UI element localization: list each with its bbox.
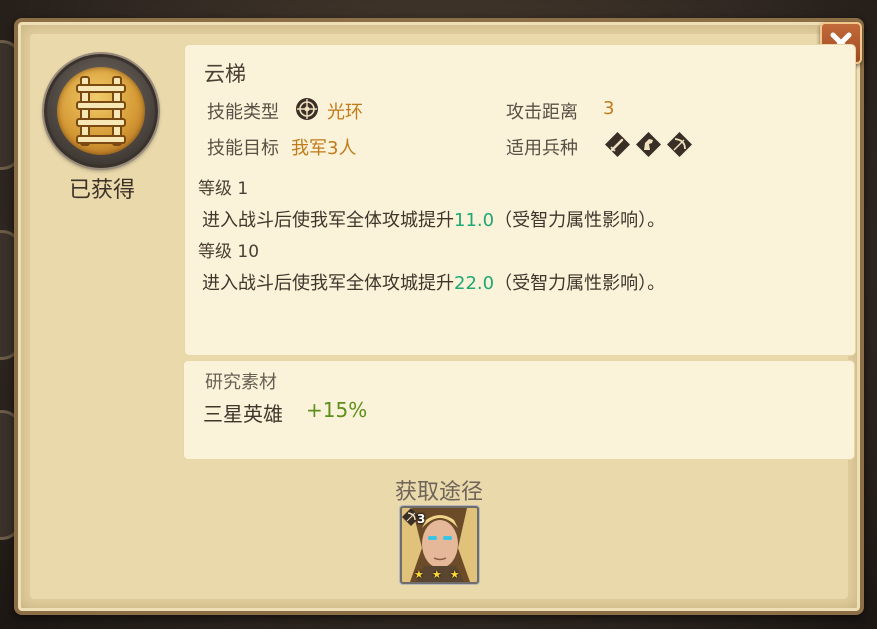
skill-name: 云梯 <box>204 62 246 86</box>
level-10-desc-suffix: （受智力属性影响）。 <box>494 273 666 294</box>
attack-range-label: 攻击距离 <box>506 102 578 123</box>
troop-type-icons <box>604 131 693 158</box>
research-material-title: 研究素材 <box>205 372 277 393</box>
hero-stars: ★ ★ ★ <box>414 568 460 581</box>
skill-type-label: 技能类型 <box>207 102 279 123</box>
aura-icon <box>296 98 318 120</box>
attack-range-value: 3 <box>603 98 615 119</box>
star-icon: ★ <box>449 568 460 581</box>
level-1-desc-suffix: （受智力属性影响）。 <box>494 210 666 231</box>
level-1-description: 进入战斗后使我军全体攻城提升11.0（受智力属性影响）。 <box>202 206 665 232</box>
ladder-icon <box>76 76 126 146</box>
skill-icon-core <box>57 67 145 155</box>
bow-icon <box>667 132 692 157</box>
level-10-desc-prefix: 进入战斗后使我军全体攻城提升 <box>202 273 454 294</box>
level-10-description: 进入战斗后使我军全体攻城提升22.0（受智力属性影响）。 <box>202 269 665 295</box>
level-1-desc-prefix: 进入战斗后使我军全体攻城提升 <box>202 210 454 231</box>
skill-icon[interactable] <box>44 54 158 168</box>
skill-target-label: 技能目标 <box>207 138 279 159</box>
skill-type-value: 光环 <box>327 102 363 123</box>
star-icon: ★ <box>414 568 424 581</box>
level-10-label: 等级 10 <box>198 242 260 262</box>
troop-type-label: 适用兵种 <box>506 138 578 159</box>
research-material-panel <box>184 361 854 459</box>
obtained-status: 已获得 <box>68 178 135 203</box>
hero-card[interactable]: 3 ★ ★ ★ <box>400 506 479 584</box>
skill-info-panel <box>185 45 855 355</box>
sword-icon <box>605 132 630 157</box>
research-material-bonus: +15% <box>306 398 368 422</box>
acquire-source-title: 获取途径 <box>394 480 483 505</box>
research-material-name: 三星英雄 <box>203 402 283 426</box>
hero-level: 3 <box>417 512 426 526</box>
level-10-value: 22.0 <box>454 273 495 294</box>
horse-icon <box>636 132 661 157</box>
level-1-label: 等级 1 <box>198 179 249 199</box>
level-1-value: 11.0 <box>454 210 495 231</box>
skill-target-value: 我军3人 <box>291 138 357 159</box>
star-icon: ★ <box>431 568 442 581</box>
